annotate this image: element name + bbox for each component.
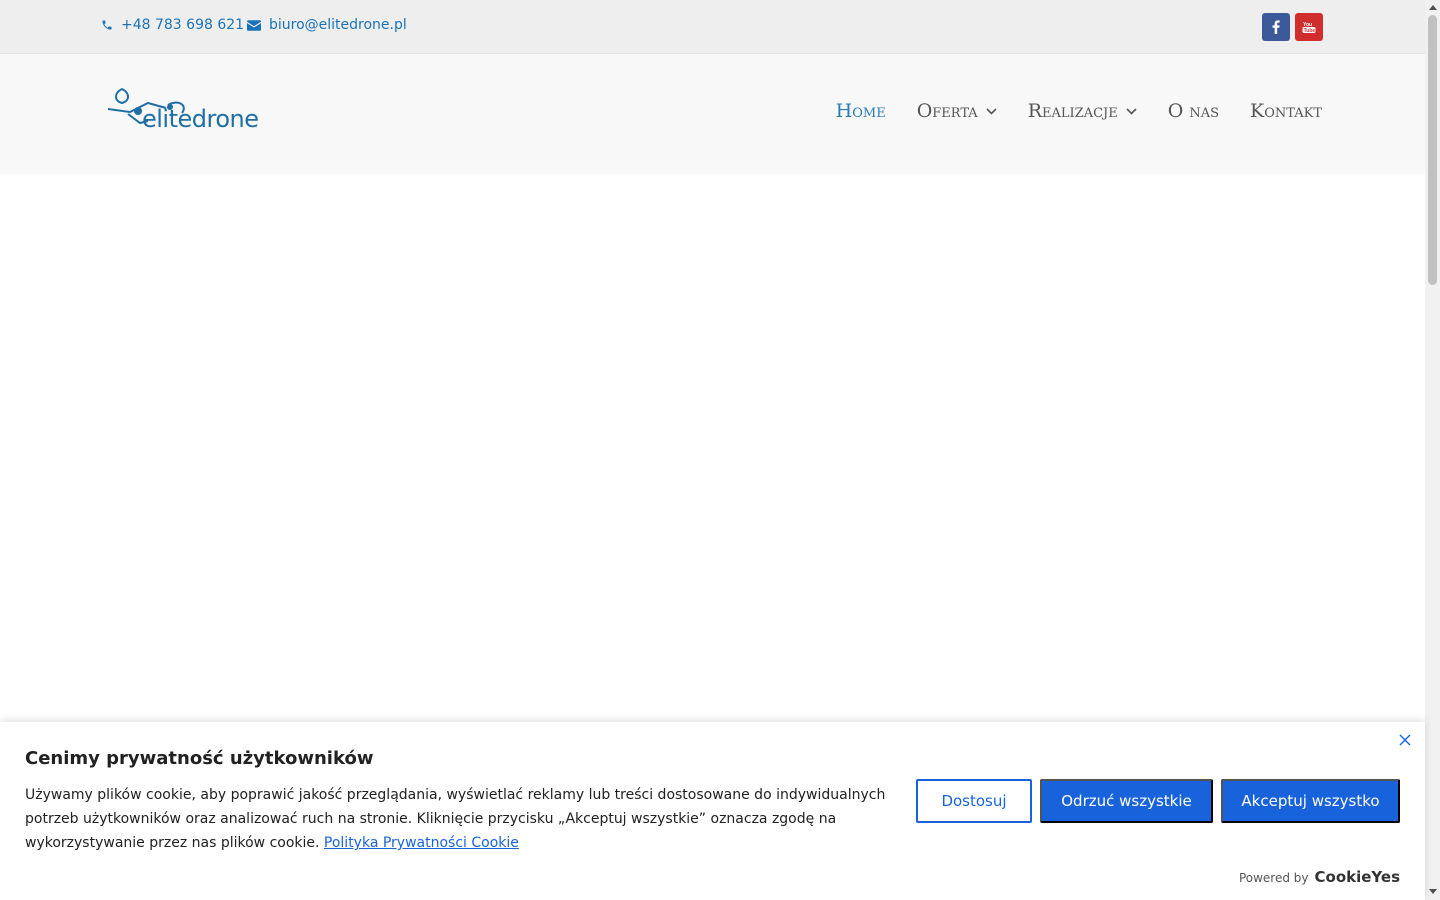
nav-kontakt-label: Kontakt: [1250, 100, 1322, 122]
powered-by-label: Powered by: [1238, 871, 1309, 885]
scrollbar-thumb[interactable]: [1428, 15, 1437, 285]
nav-o-nas[interactable]: O nas: [1168, 100, 1219, 122]
chevron-down-icon: [1126, 107, 1137, 115]
close-icon[interactable]: [1398, 733, 1412, 747]
main-navigation: Home Oferta Realizacje O nas Kontakt: [805, 100, 1322, 122]
email-address: biuro@elitedrone.pl: [269, 17, 407, 33]
main-content: [0, 174, 1425, 722]
facebook-icon: [1272, 20, 1280, 34]
accept-all-button[interactable]: Akceptuj wszystko: [1221, 779, 1400, 823]
nav-oferta[interactable]: Oferta: [917, 100, 997, 122]
cookie-consent-banner: Cenimy prywatność użytkowników Używamy p…: [0, 722, 1425, 900]
logo-wordmark: elitedrone: [142, 105, 259, 133]
site-header: elitedrone Home Oferta Realizacje O nas …: [0, 54, 1425, 174]
phone-icon: [102, 20, 112, 30]
facebook-button[interactable]: [1262, 13, 1290, 41]
nav-home-label: Home: [835, 100, 886, 122]
powered-by: Powered by CookieYes: [1239, 868, 1400, 886]
customize-button[interactable]: Dostosuj: [916, 779, 1032, 823]
phone-link[interactable]: +48 783 698 621: [101, 17, 244, 33]
youtube-icon: You Tube: [1302, 22, 1316, 34]
nav-oferta-label: Oferta: [916, 100, 978, 122]
scroll-down-arrow-icon[interactable]: [1429, 889, 1437, 894]
youtube-button[interactable]: You Tube: [1295, 13, 1323, 41]
cookie-title: Cenimy prywatność użytkowników: [25, 748, 374, 769]
envelope-icon: [247, 19, 261, 31]
scroll-up-arrow-icon[interactable]: [1429, 5, 1437, 10]
site-logo[interactable]: elitedrone: [107, 87, 268, 143]
cookieyes-logo: CookieYes: [1314, 868, 1401, 886]
nav-o-nas-label: O nas: [1167, 100, 1220, 122]
phone-number: +48 783 698 621: [121, 17, 245, 33]
top-contact-bar: +48 783 698 621 biuro@elitedrone.pl You …: [0, 0, 1425, 54]
cookie-description: Używamy plików cookie, aby poprawić jako…: [25, 783, 905, 855]
cookie-policy-link[interactable]: Polityka Prywatności Cookie: [324, 835, 519, 851]
nav-home[interactable]: Home: [836, 100, 886, 122]
nav-realizacje-label: Realizacje: [1027, 100, 1118, 122]
nav-realizacje[interactable]: Realizacje: [1028, 100, 1137, 122]
email-link[interactable]: biuro@elitedrone.pl: [247, 17, 407, 33]
chevron-down-icon: [986, 107, 997, 115]
nav-kontakt[interactable]: Kontakt: [1250, 100, 1322, 122]
reject-all-button[interactable]: Odrzuć wszystkie: [1040, 779, 1213, 823]
svg-text:Tube: Tube: [1304, 28, 1316, 34]
